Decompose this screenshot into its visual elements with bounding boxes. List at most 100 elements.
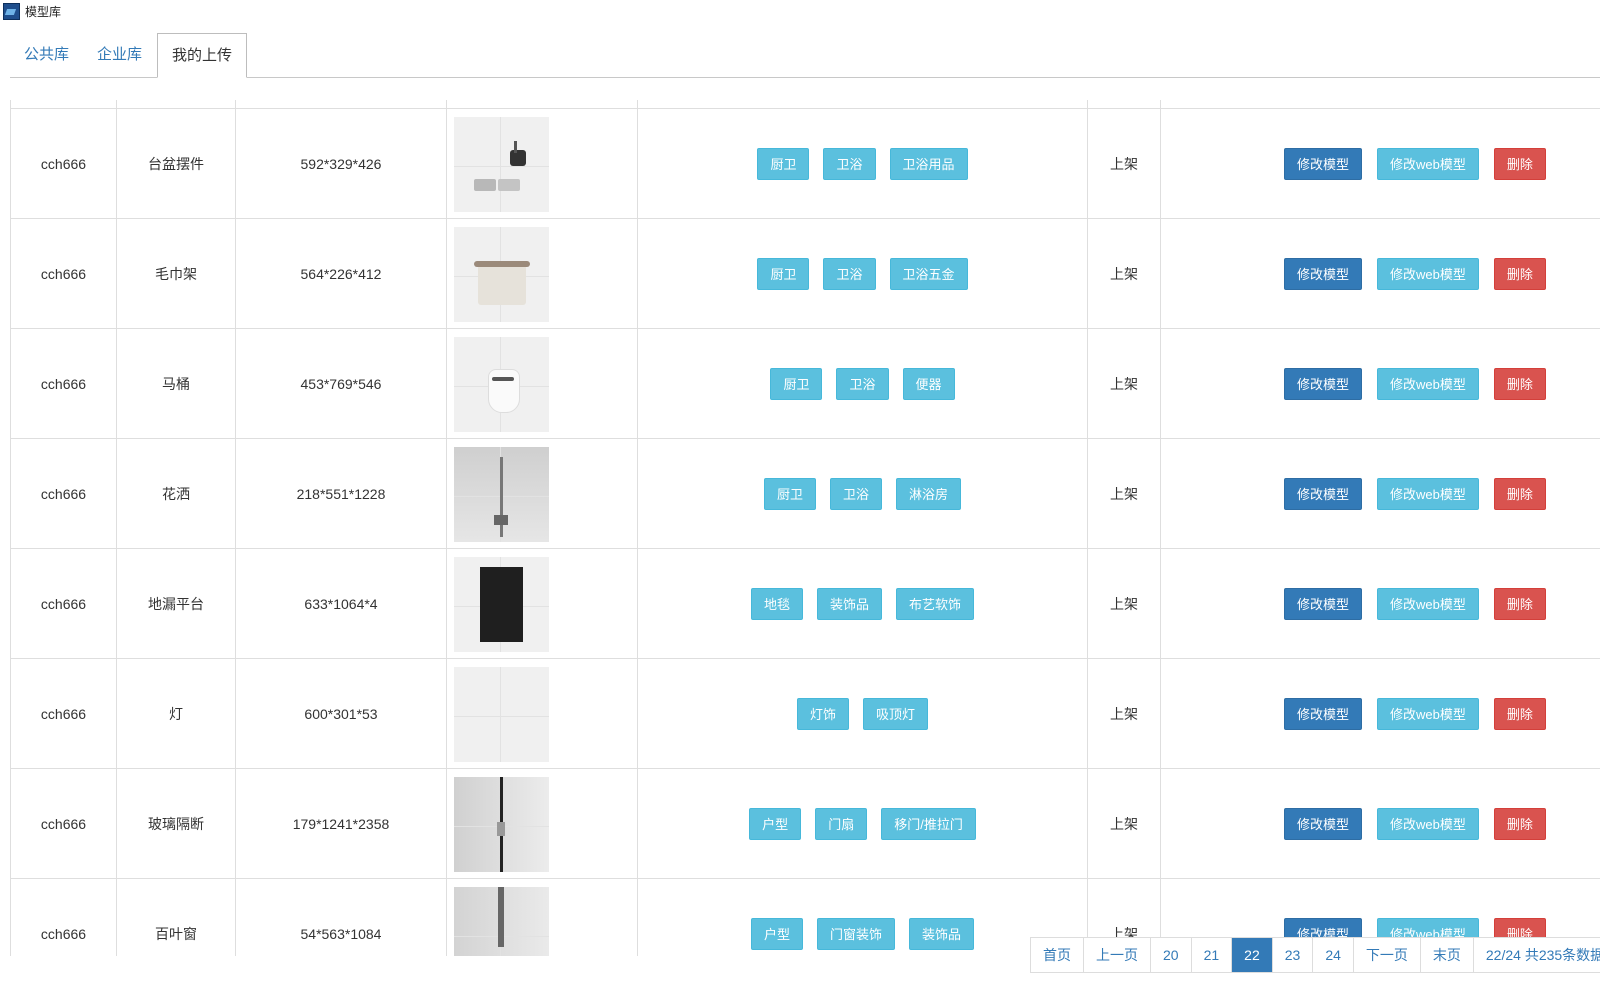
window-title: 模型库	[25, 4, 62, 19]
tab-my-uploads[interactable]: 我的上传	[157, 33, 248, 78]
delete-button[interactable]: 删除	[1493, 808, 1546, 840]
delete-button[interactable]: 删除	[1493, 588, 1546, 620]
edit-web-model-button[interactable]: 修改web模型	[1377, 698, 1479, 730]
table-row: cch666 花洒 218*551*1228 厨卫 卫浴 淋浴房 上架 修改模型 修改web模型…	[10, 439, 1600, 549]
status-cell: 上架	[1088, 439, 1161, 549]
uploader-cell: cch666	[11, 109, 117, 219]
table-cell	[1088, 100, 1161, 109]
category-tag: 吸顶灯	[863, 698, 929, 730]
model-thumbnail-image[interactable]	[454, 666, 549, 762]
uploader-cell: cch666	[11, 659, 117, 769]
title-bar: 模型库	[0, 0, 1600, 22]
table-cell	[117, 100, 236, 109]
model-size-cell: 218*551*1228	[236, 439, 447, 549]
tab-enterprise-library[interactable]: 企业库	[97, 33, 142, 76]
table-row-cutoff	[10, 100, 1600, 109]
actions-cell: 修改模型 修改web模型 删除	[1161, 769, 1600, 879]
delete-button[interactable]: 删除	[1493, 698, 1546, 730]
edit-model-button[interactable]: 修改模型	[1284, 808, 1363, 840]
edit-web-model-button[interactable]: 修改web模型	[1377, 478, 1479, 510]
current-page-link[interactable]: 22	[1232, 938, 1273, 972]
uploader-cell: cch666	[11, 549, 117, 659]
category-tags-cell: 厨卫 卫浴 卫浴用品	[638, 109, 1088, 219]
page-link[interactable]: 24	[1313, 938, 1354, 972]
edit-model-button[interactable]: 修改模型	[1284, 698, 1363, 730]
model-thumbnail-image[interactable]	[454, 336, 549, 432]
edit-web-model-button[interactable]: 修改web模型	[1377, 808, 1479, 840]
category-tag: 门扇	[815, 808, 868, 840]
tab-public-library[interactable]: 公共库	[24, 33, 69, 76]
category-tag: 装饰品	[909, 918, 975, 950]
category-tag: 厨卫	[757, 258, 810, 290]
edit-web-model-button[interactable]: 修改web模型	[1377, 148, 1479, 180]
table-row: cch666 玻璃隔断 179*1241*2358 户型 门扇 移门/推拉门 上架 修改模型修…	[10, 769, 1600, 879]
model-thumbnail-image[interactable]	[454, 446, 549, 542]
model-size-cell: 592*329*426	[236, 109, 447, 219]
category-tag: 卫浴	[823, 258, 876, 290]
table-cell	[1161, 100, 1600, 109]
category-tag: 卫浴	[836, 368, 889, 400]
uploader-cell: cch666	[11, 769, 117, 879]
category-tag: 厨卫	[757, 148, 810, 180]
status-cell: 上架	[1088, 329, 1161, 439]
category-tag: 卫浴五金	[889, 258, 968, 290]
delete-button[interactable]: 删除	[1493, 258, 1546, 290]
model-thumbnail-image[interactable]	[454, 556, 549, 652]
edit-model-button[interactable]: 修改模型	[1284, 478, 1363, 510]
edit-web-model-button[interactable]: 修改web模型	[1377, 258, 1479, 290]
model-thumbnail-image[interactable]	[454, 226, 549, 322]
table-row: cch666 灯 600*301*53 灯饰 吸顶灯 上架 修改模型 修改web模型 删除	[10, 659, 1600, 769]
category-tags-cell: 厨卫 卫浴 淋浴房	[638, 439, 1088, 549]
edit-web-model-button[interactable]: 修改web模型	[1377, 368, 1479, 400]
page-link[interactable]: 23	[1272, 938, 1314, 972]
category-tag: 户型	[750, 918, 803, 950]
model-name-cell: 台盆摆件	[117, 109, 236, 219]
actions-cell: 修改模型 修改web模型 删除	[1161, 439, 1600, 549]
model-thumbnail-image[interactable]	[454, 886, 549, 956]
category-tag: 淋浴房	[896, 478, 962, 510]
actions-cell: 修改模型 修改web模型 删除	[1161, 549, 1600, 659]
model-name-cell: 百叶窗	[117, 879, 236, 956]
model-name-cell: 灯	[117, 659, 236, 769]
edit-model-button[interactable]: 修改模型	[1284, 148, 1363, 180]
status-cell: 上架	[1088, 769, 1161, 879]
uploader-cell: cch666	[11, 879, 117, 956]
category-tags-cell: 厨卫 卫浴 卫浴五金	[638, 219, 1088, 329]
category-tags-cell: 厨卫 卫浴 便器	[638, 329, 1088, 439]
edit-model-button[interactable]: 修改模型	[1284, 258, 1363, 290]
category-tag: 地毯	[750, 588, 803, 620]
delete-button[interactable]: 删除	[1493, 478, 1546, 510]
table-row: cch666 台盆摆件 592*329*426 厨卫 卫浴 卫浴用品 上架 修改模型 修改web…	[10, 109, 1600, 219]
category-tag: 厨卫	[763, 478, 816, 510]
model-size-cell: 179*1241*2358	[236, 769, 447, 879]
category-tag: 装饰品	[816, 588, 882, 620]
thumbnail-cell	[447, 659, 638, 769]
model-size-cell: 54*563*1084	[236, 879, 447, 956]
actions-cell: 修改模型 修改web模型 删除	[1161, 219, 1600, 329]
model-size-cell: 600*301*53	[236, 659, 447, 769]
model-name-cell: 玻璃隔断	[117, 769, 236, 879]
thumbnail-cell	[447, 549, 638, 659]
category-tag: 卫浴	[823, 148, 876, 180]
edit-web-model-button[interactable]: 修改web模型	[1377, 588, 1479, 620]
delete-button[interactable]: 删除	[1493, 148, 1546, 180]
model-thumbnail-image[interactable]	[454, 776, 549, 872]
edit-model-button[interactable]: 修改模型	[1284, 368, 1363, 400]
first-page-link[interactable]: 首页	[1031, 938, 1084, 972]
model-size-cell: 453*769*546	[236, 329, 447, 439]
table-cell	[638, 100, 1088, 109]
edit-model-button[interactable]: 修改模型	[1284, 588, 1363, 620]
last-page-link[interactable]: 末页	[1420, 938, 1474, 972]
page-summary: 22/24 共235条数据	[1473, 938, 1600, 972]
delete-button[interactable]: 删除	[1493, 368, 1546, 400]
prev-page-link[interactable]: 上一页	[1084, 938, 1151, 972]
model-name-cell: 地漏平台	[117, 549, 236, 659]
status-cell: 上架	[1088, 109, 1161, 219]
page-link[interactable]: 21	[1191, 938, 1233, 972]
model-thumbnail-image[interactable]	[454, 116, 549, 212]
next-page-link[interactable]: 下一页	[1353, 938, 1421, 972]
page-link[interactable]: 20	[1151, 938, 1192, 972]
category-tag: 便器	[902, 368, 955, 400]
category-tag: 厨卫	[770, 368, 823, 400]
status-cell: 上架	[1088, 659, 1161, 769]
